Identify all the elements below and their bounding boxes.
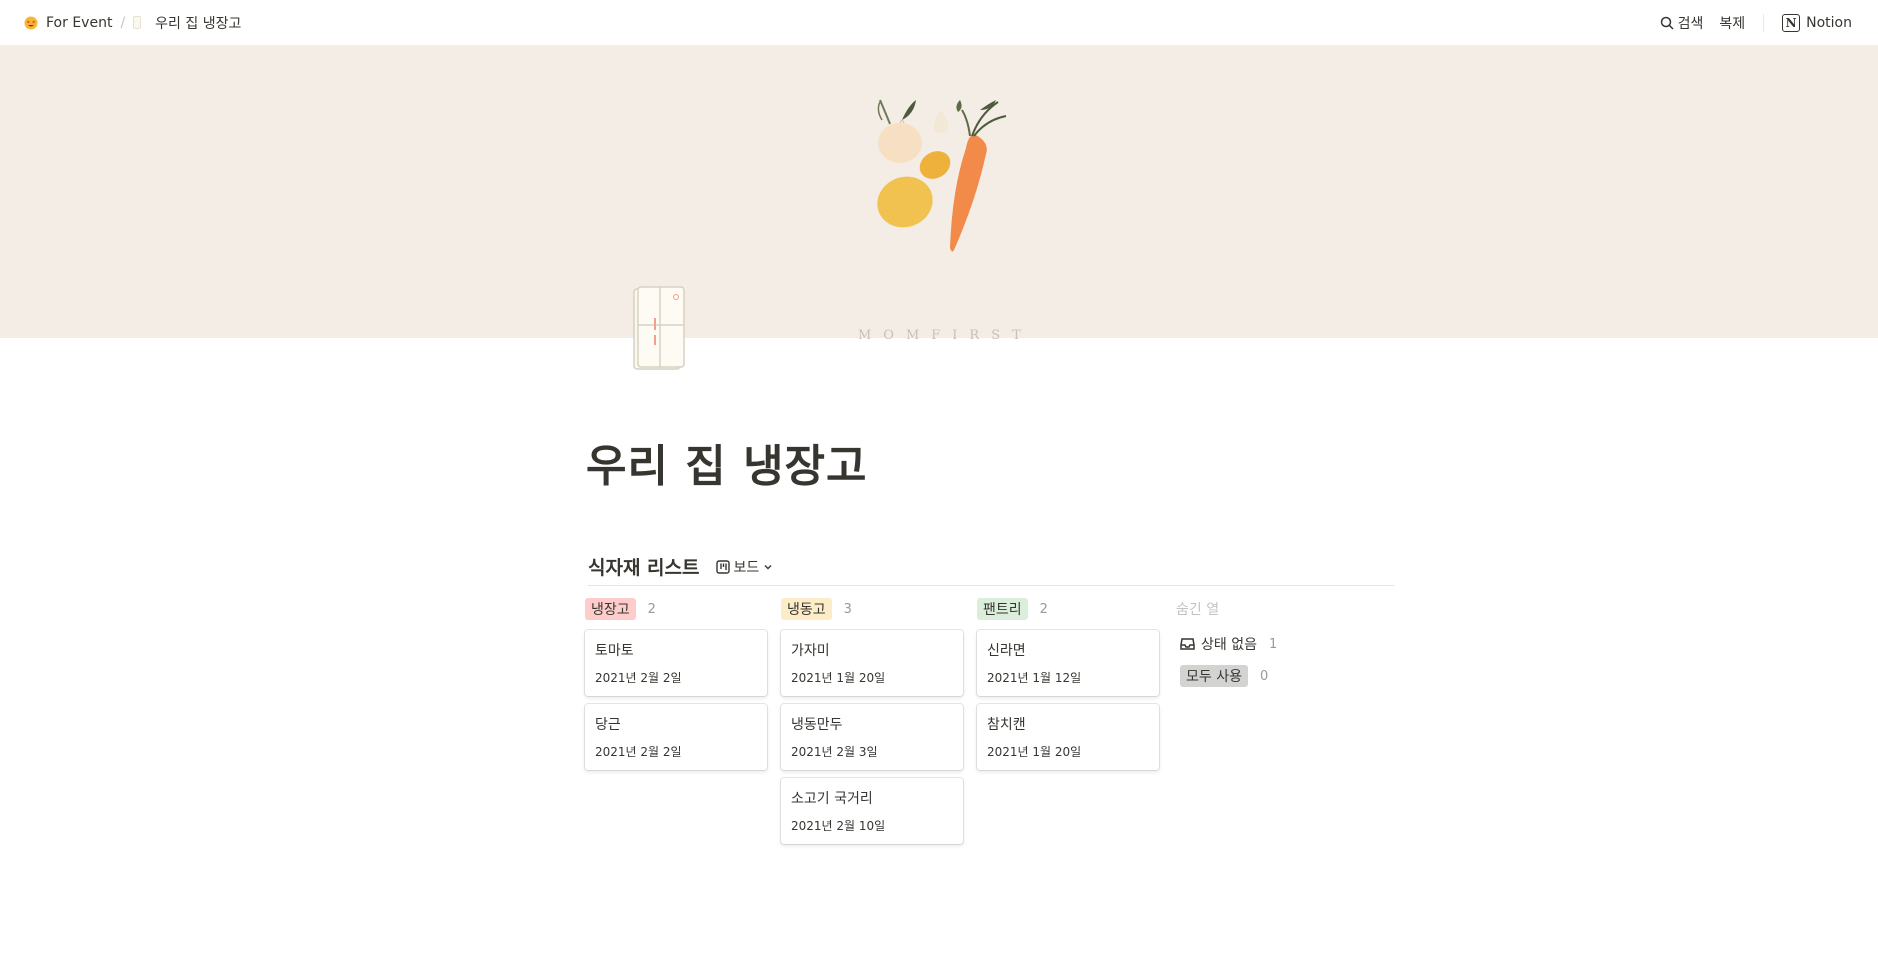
column-tag: 냉동고 <box>781 598 832 620</box>
database-header: 식자재 리스트 보드 <box>588 548 1394 586</box>
board-card[interactable]: 토마토 2021년 2월 2일 <box>585 630 767 696</box>
column-header[interactable]: 냉장고 2 <box>585 596 767 622</box>
hidden-column-count: 0 <box>1259 668 1269 684</box>
card-title: 당근 <box>595 717 621 733</box>
hidden-column-label: 모두 사용 <box>1180 665 1248 687</box>
card-date: 2021년 2월 3일 <box>791 745 878 759</box>
column-count: 2 <box>647 601 656 617</box>
card-title: 소고기 국거리 <box>791 791 873 807</box>
card-title: 참치캔 <box>987 717 1026 733</box>
breadcrumb-workspace[interactable]: For Event <box>18 12 118 34</box>
duplicate-label: 복제 <box>1719 15 1746 32</box>
card-date: 2021년 1월 20일 <box>987 745 1082 759</box>
hidden-column-no-status[interactable]: 상태 없음 1 <box>1176 628 1366 660</box>
search-label: 검색 <box>1677 15 1704 32</box>
breadcrumb-page[interactable]: 우리 집 냉장고 <box>127 10 247 36</box>
fridge-page-icon[interactable] <box>630 285 686 373</box>
column-count: 2 <box>1039 601 1048 617</box>
card-title: 가자미 <box>791 643 830 659</box>
column-tag: 팬트리 <box>977 598 1028 620</box>
board-card[interactable]: 소고기 국거리 2021년 2월 10일 <box>781 778 963 844</box>
star-struck-emoji-icon <box>24 16 38 29</box>
card-date: 2021년 2월 2일 <box>595 671 682 685</box>
topbar-divider <box>1763 13 1765 32</box>
fridge-icon <box>133 16 142 29</box>
hidden-column-all-used[interactable]: 모두 사용 0 <box>1176 660 1366 692</box>
card-date: 2021년 1월 20일 <box>791 671 886 685</box>
board-card[interactable]: 가자미 2021년 1월 20일 <box>781 630 963 696</box>
card-title: 토마토 <box>595 643 634 659</box>
view-switcher[interactable]: 보드 <box>712 555 783 579</box>
database-title[interactable]: 식자재 리스트 <box>588 553 700 580</box>
board-column-pantry: 팬트리 2 신라면 2021년 1월 12일 참치캔 2021년 1월 20일 <box>977 596 1159 770</box>
card-date: 2021년 2월 10일 <box>791 819 886 833</box>
card-date: 2021년 1월 12일 <box>987 671 1082 685</box>
breadcrumb-workspace-label: For Event <box>46 14 113 31</box>
column-header[interactable]: 팬트리 2 <box>977 596 1159 622</box>
board-card[interactable]: 참치캔 2021년 1월 20일 <box>977 704 1159 770</box>
breadcrumb-separator: / <box>120 14 126 31</box>
cover-brand-text: MOMFIRST <box>858 328 1033 343</box>
card-date: 2021년 2월 2일 <box>595 745 682 759</box>
column-tag: 냉장고 <box>585 598 636 620</box>
vegetables-illustration <box>877 99 1007 252</box>
hidden-column-label: 상태 없음 <box>1201 637 1257 653</box>
topbar: For Event / 우리 집 냉장고 검색 복제 N Notion <box>0 0 1878 45</box>
notion-label: Notion <box>1806 14 1852 31</box>
breadcrumb-page-label: 우리 집 냉장고 <box>155 15 242 32</box>
breadcrumb: For Event / 우리 집 냉장고 <box>18 10 247 36</box>
board-card[interactable]: 당근 2021년 2월 2일 <box>585 704 767 770</box>
chevron-down-icon <box>764 564 772 569</box>
board-column-fridge: 냉장고 2 토마토 2021년 2월 2일 당근 2021년 2월 2일 <box>585 596 767 770</box>
hidden-columns: 숨긴 열 상태 없음 1 모두 사용 0 <box>1176 596 1366 692</box>
board-column-freezer: 냉동고 3 가자미 2021년 1월 20일 냉동만두 2021년 2월 3일 … <box>781 596 963 844</box>
board-card[interactable]: 냉동만두 2021년 2월 3일 <box>781 704 963 770</box>
card-title: 냉동만두 <box>791 717 843 733</box>
column-count: 3 <box>843 601 852 617</box>
notion-button[interactable]: N Notion <box>1774 10 1860 36</box>
inbox-icon <box>1180 638 1195 650</box>
duplicate-button[interactable]: 복제 <box>1711 9 1753 37</box>
search-button[interactable]: 검색 <box>1652 9 1712 37</box>
board-view-icon <box>715 559 730 574</box>
card-title: 신라면 <box>987 643 1026 659</box>
notion-logo-icon: N <box>1782 13 1801 32</box>
column-header[interactable]: 냉동고 3 <box>781 596 963 622</box>
page-title[interactable]: 우리 집 냉장고 <box>586 430 868 494</box>
search-icon <box>1660 16 1674 30</box>
hidden-column-count: 1 <box>1268 636 1278 652</box>
hidden-columns-label: 숨긴 열 <box>1176 602 1220 618</box>
view-label: 보드 <box>733 559 760 576</box>
page-cover[interactable]: MOMFIRST <box>0 45 1878 343</box>
board-card[interactable]: 신라면 2021년 1월 12일 <box>977 630 1159 696</box>
